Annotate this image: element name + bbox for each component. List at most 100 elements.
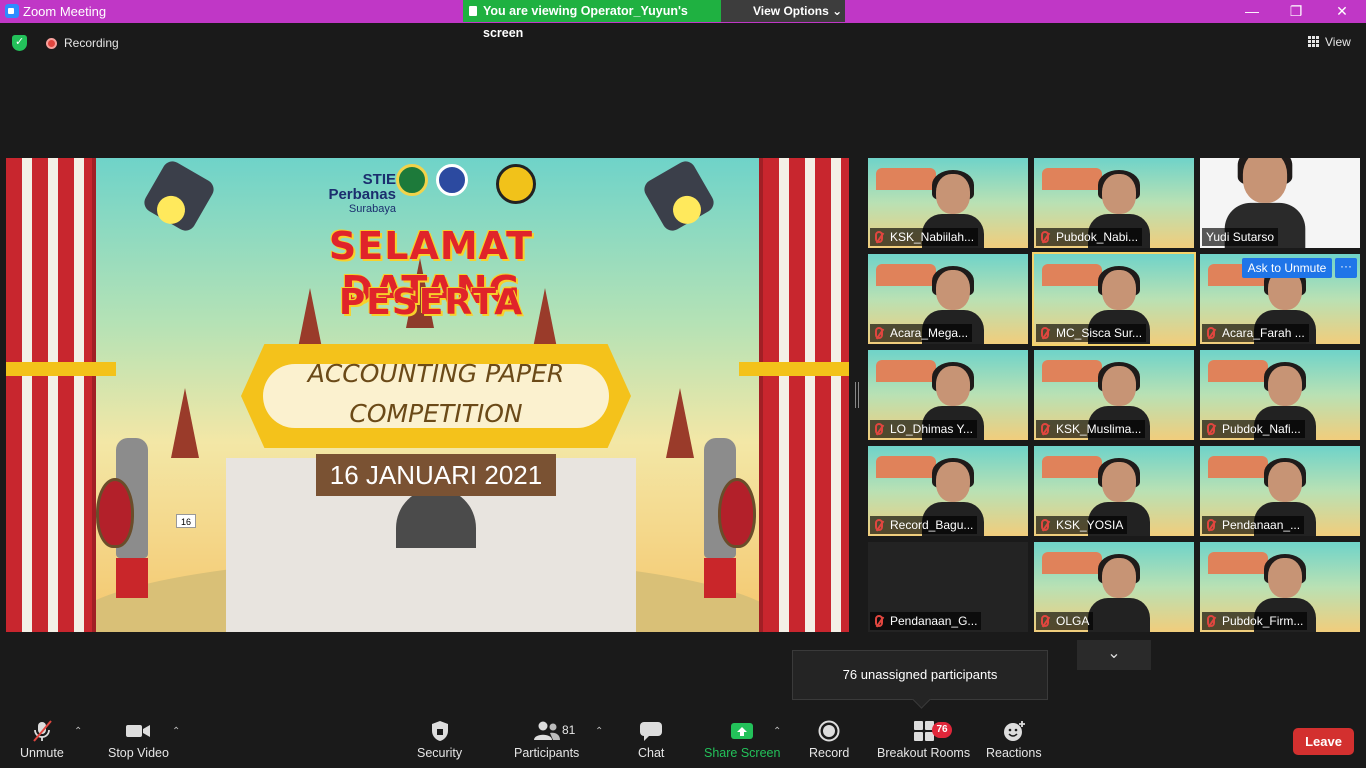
participants-label: Participants	[514, 746, 580, 760]
view-options-button[interactable]: View Options ⌄	[753, 0, 842, 22]
participant-tile[interactable]: KSK_YOSIA	[1034, 446, 1194, 536]
stop-video-button[interactable]: Stop Video	[108, 720, 169, 760]
event-date: 16 JANUARI 2021	[316, 454, 556, 496]
reactions-button[interactable]: Reactions	[986, 720, 1042, 760]
participant-tile[interactable]: OLGA	[1034, 542, 1194, 632]
view-button[interactable]: View	[1308, 35, 1351, 49]
muted-mic-icon	[1207, 423, 1215, 435]
knight-left-illustration	[96, 438, 166, 598]
knight-shield	[96, 478, 134, 548]
recording-label: Recording	[64, 36, 119, 50]
participant-name: Pubdok_Firm...	[1202, 612, 1308, 630]
curtain-tie-right	[739, 362, 849, 376]
muted-mic-icon	[1207, 327, 1215, 339]
logo-line: STIE	[362, 171, 396, 188]
record-icon	[818, 720, 840, 742]
participants-options-caret[interactable]: ⌃	[595, 726, 603, 737]
stop-video-label: Stop Video	[108, 746, 169, 760]
participant-name: Record_Bagu...	[870, 516, 978, 534]
muted-mic-icon	[875, 327, 883, 339]
split-resize-handle[interactable]	[855, 382, 859, 408]
participant-tile[interactable]: Pendanaan_...	[1200, 446, 1360, 536]
gallery-scroll-down-button[interactable]: ⌄	[1077, 640, 1151, 670]
unmute-button[interactable]: Unmute	[20, 720, 64, 760]
virtual-background-castle	[1042, 168, 1102, 190]
muted-mic-icon	[31, 720, 53, 742]
participant-tile[interactable]: Pubdok_Nabi...	[1034, 158, 1194, 248]
participant-name-text: MC_Sisca Sur...	[1056, 326, 1143, 340]
participant-name: Acara_Mega...	[870, 324, 973, 342]
encryption-shield-icon[interactable]	[12, 35, 27, 51]
restore-button[interactable]: ❐	[1274, 1, 1318, 21]
participants-headline: PESERTA	[338, 282, 524, 323]
participant-name-text: LO_Dhimas Y...	[890, 422, 973, 436]
muted-mic-icon	[1041, 231, 1049, 243]
record-label: Record	[809, 746, 850, 760]
participant-face	[1242, 158, 1288, 203]
minimize-button[interactable]: —	[1230, 1, 1274, 21]
participant-tile[interactable]: Pendanaan_G...	[868, 542, 1028, 632]
breakout-rooms-badge: 76	[932, 722, 952, 738]
grid-icon	[1308, 36, 1319, 47]
muted-mic-icon	[875, 423, 883, 435]
video-options-caret[interactable]: ⌃	[172, 726, 180, 737]
participant-face	[1268, 558, 1302, 598]
virtual-background-castle	[876, 264, 936, 286]
participant-tile[interactable]: KSK_Nabiilah...	[868, 158, 1028, 248]
security-label: Security	[417, 746, 463, 760]
close-button[interactable]: ✕	[1320, 1, 1364, 21]
knight-legs	[704, 558, 736, 598]
audio-options-caret[interactable]: ⌃	[74, 726, 82, 737]
participant-name-text: Pendanaan_...	[1222, 518, 1301, 532]
more-options-button[interactable]: ···	[1335, 258, 1357, 278]
participant-tile[interactable]: KSK_Muslima...	[1034, 350, 1194, 440]
participant-face	[936, 462, 970, 502]
security-button[interactable]: Security	[417, 720, 462, 760]
participant-tile[interactable]: LO_Dhimas Y...	[868, 350, 1028, 440]
meeting-toolbar	[0, 714, 1366, 768]
muted-mic-icon	[875, 615, 883, 627]
window-title: Zoom Meeting	[23, 4, 107, 19]
curtain-tie-left	[6, 362, 116, 376]
participant-face	[1102, 174, 1136, 214]
shared-screen[interactable]: STIE Perbanas Surabaya SELAMAT DATANG PE…	[6, 158, 849, 632]
logo-line: Surabaya	[348, 203, 396, 215]
breakout-rooms-label: Breakout Rooms	[877, 746, 971, 760]
participant-name: KSK_YOSIA	[1036, 516, 1128, 534]
muted-mic-icon	[1041, 519, 1049, 531]
share-options-caret[interactable]: ⌃	[773, 726, 781, 737]
chat-button[interactable]: Chat	[638, 720, 664, 760]
participant-name-text: OLGA	[1056, 614, 1090, 628]
smiley-plus-icon	[1002, 720, 1026, 742]
muted-mic-icon	[1207, 519, 1215, 531]
participant-name: KSK_Muslima...	[1036, 420, 1146, 438]
participant-face	[1268, 462, 1302, 502]
participant-name-text: KSK_YOSIA	[1056, 518, 1124, 532]
breakout-rooms-button[interactable]: Breakout Rooms	[877, 720, 970, 760]
participant-tile[interactable]: Pubdok_Firm...	[1200, 542, 1360, 632]
participant-tile[interactable]: Acara_Mega...	[868, 254, 1028, 344]
virtual-background-castle	[876, 456, 936, 478]
participant-face	[1102, 558, 1136, 598]
leave-meeting-button[interactable]: Leave	[1293, 728, 1354, 755]
competition-title-line: ACCOUNTING PAPER	[307, 359, 565, 388]
zoom-app-icon	[5, 4, 19, 18]
competition-title-line: COMPETITION	[349, 399, 523, 428]
record-button[interactable]: Record	[809, 720, 849, 760]
participant-name-text: KSK_Nabiilah...	[890, 230, 975, 244]
castle-gate	[396, 488, 476, 548]
knight-legs	[116, 558, 148, 598]
ask-to-unmute-button[interactable]: Ask to Unmute	[1242, 258, 1332, 278]
screen-share-banner: You are viewing Operator_Yuyun's screen …	[463, 0, 845, 40]
participant-tile[interactable]: MC_Sisca Sur...	[1032, 252, 1196, 346]
participant-name-text: Pubdok_Firm...	[1222, 614, 1304, 628]
participant-face	[1102, 366, 1136, 406]
participant-tile[interactable]: Yudi Sutarso	[1200, 158, 1360, 248]
participant-name-text: Acara_Farah ...	[1222, 326, 1305, 340]
participant-tile[interactable]: Pubdok_Nafi...	[1200, 350, 1360, 440]
chat-bubble-icon	[639, 720, 663, 742]
muted-mic-icon	[1041, 327, 1049, 339]
participant-name: OLGA	[1036, 612, 1094, 630]
share-screen-button[interactable]: Share Screen	[704, 720, 780, 760]
participant-tile[interactable]: Record_Bagu...	[868, 446, 1028, 536]
